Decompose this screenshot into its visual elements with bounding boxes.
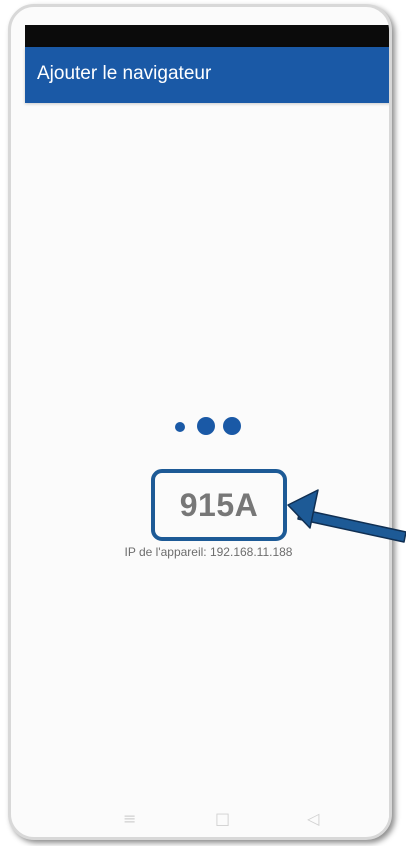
loading-dot	[197, 417, 215, 435]
phone-frame: Ajouter le navigateur 915A IP de l'appar…	[8, 4, 392, 840]
navigation-bar: ≡ □ ◁	[25, 805, 389, 835]
page-title: Ajouter le navigateur	[37, 63, 212, 84]
home-button[interactable]: □	[215, 809, 230, 828]
pairing-code-box: 915A	[151, 469, 287, 541]
loading-dot	[175, 422, 185, 432]
recents-button[interactable]: ≡	[123, 809, 136, 828]
page: Ajouter le navigateur 915A IP de l'appar…	[0, 0, 406, 846]
device-screen: Ajouter le navigateur 915A IP de l'appar…	[25, 25, 389, 835]
loading-dots-icon	[175, 413, 265, 439]
loading-dot	[223, 417, 241, 435]
arrow-icon	[287, 489, 406, 543]
pairing-code: 915A	[179, 487, 259, 523]
back-button[interactable]: ◁	[307, 809, 319, 828]
status-bar	[25, 25, 389, 47]
app-bar: Ajouter le navigateur	[25, 47, 389, 103]
